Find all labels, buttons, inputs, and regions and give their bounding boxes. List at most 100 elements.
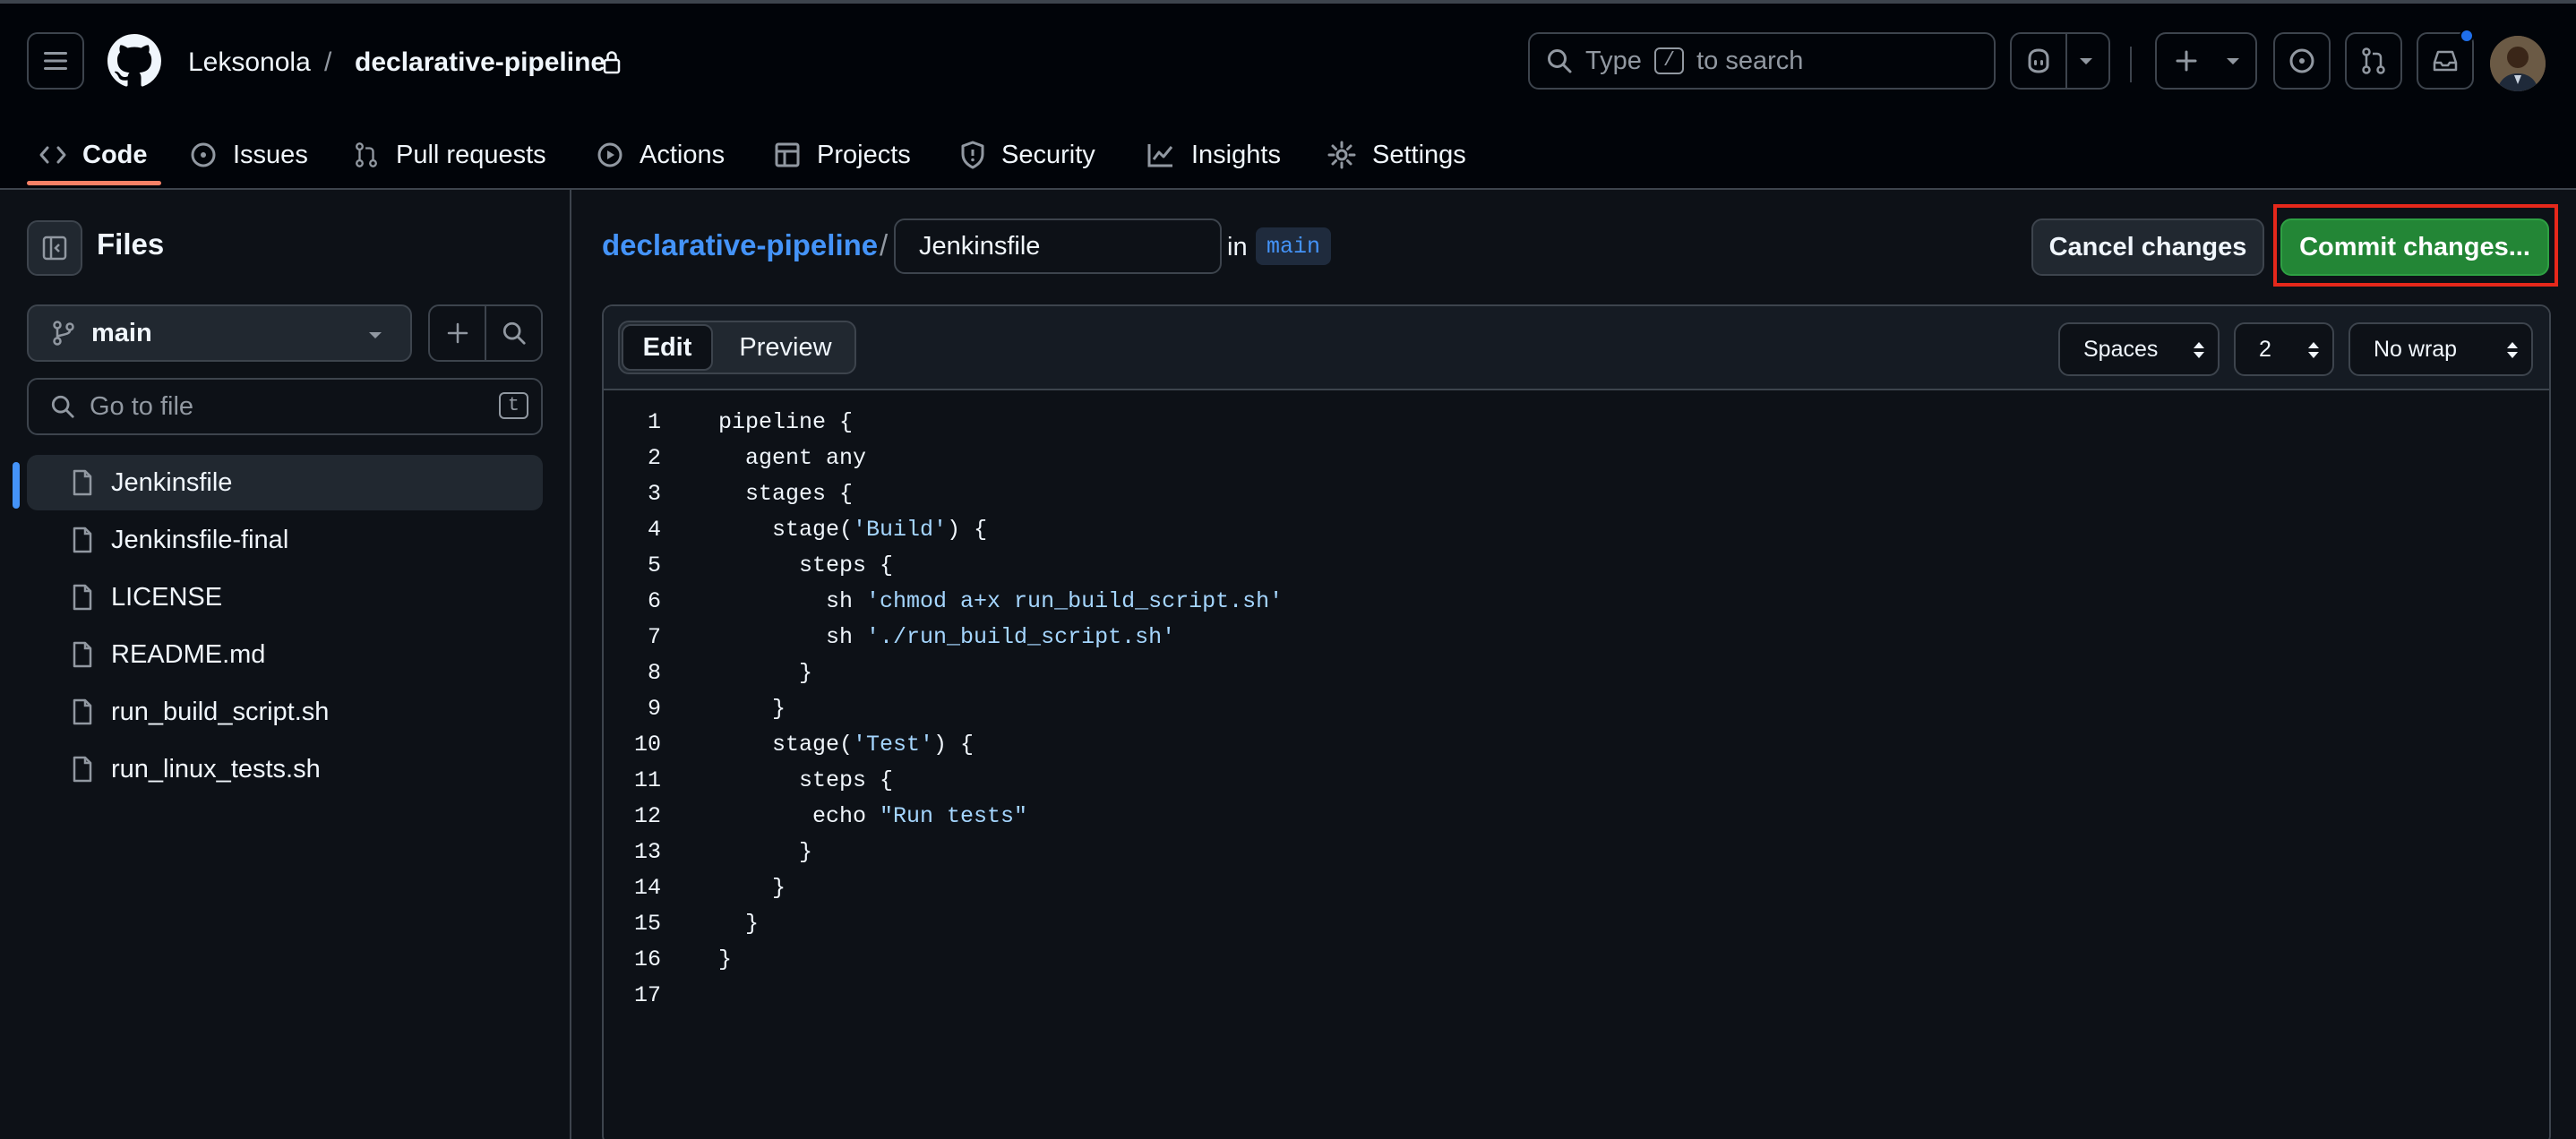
- code-content[interactable]: 1 pipeline {2 agent any 3 stages {4 stage(…: [604, 392, 2549, 1139]
- go-to-file-input[interactable]: Go to file t: [27, 378, 543, 435]
- annotation-highlight-box: [2273, 204, 2558, 287]
- file-item-run-linux-tests[interactable]: run_linux_tests.sh: [27, 741, 543, 797]
- string-literal: 'Build': [853, 517, 948, 543]
- tab-security[interactable]: Security: [960, 120, 1095, 190]
- gear-icon: [1327, 141, 1356, 169]
- file-name: Jenkinsfile-final: [111, 525, 289, 554]
- line-number: 5: [647, 552, 661, 578]
- select-caret-icon: [2506, 340, 2519, 360]
- avatar[interactable]: [2490, 36, 2546, 91]
- code-token: }: [718, 839, 813, 865]
- active-tab-underline: [27, 181, 161, 185]
- tab-label: Settings: [1372, 140, 1466, 169]
- owner-link[interactable]: Leksonola: [188, 45, 311, 81]
- search-files-button[interactable]: [486, 306, 541, 360]
- code-line[interactable]: 15 }: [604, 906, 2549, 942]
- file-tree-sidebar: Files main Go to file t Jenkinsfile Jenk…: [0, 190, 571, 1139]
- line-number: 11: [633, 767, 661, 793]
- add-file-button[interactable]: [430, 306, 486, 360]
- file-icon: [72, 641, 93, 668]
- code-text: }: [718, 942, 732, 978]
- wrap-mode-select[interactable]: No wrap: [2348, 322, 2533, 376]
- select-caret-icon: [2193, 340, 2205, 360]
- copilot-button[interactable]: [2010, 32, 2110, 90]
- code-line[interactable]: 9 }: [604, 691, 2549, 727]
- branch-icon: [52, 320, 75, 347]
- search-suffix: to search: [1696, 46, 1804, 75]
- file-item-readme[interactable]: README.md: [27, 627, 543, 682]
- tab-pull-requests[interactable]: Pull requests: [353, 120, 546, 190]
- breadcrumb-separator: /: [324, 47, 332, 77]
- code-text: stages {: [718, 476, 853, 512]
- file-actions-group: [428, 304, 543, 362]
- file-name: README.md: [111, 639, 266, 669]
- go-to-file-shortcut: t: [498, 392, 528, 419]
- code-line[interactable]: 8 }: [604, 655, 2549, 691]
- wrap-mode-value: No wrap: [2374, 336, 2458, 362]
- code-text: }: [718, 655, 812, 691]
- code-line[interactable]: 1 pipeline {: [604, 405, 2549, 441]
- code-line[interactable]: 13 }: [604, 835, 2549, 870]
- line-number: 17: [633, 982, 661, 1008]
- code-token: }: [718, 911, 760, 937]
- pull-request-icon: [353, 141, 380, 168]
- path-separator: /: [880, 228, 889, 261]
- tab-actions[interactable]: Actions: [597, 120, 725, 190]
- file-item-jenkinsfile-final[interactable]: Jenkinsfile-final: [27, 512, 543, 568]
- code-line[interactable]: 6 sh 'chmod a+x run_build_script.sh': [604, 584, 2549, 620]
- tab-code[interactable]: Code: [39, 120, 148, 190]
- code-text: steps {: [718, 763, 893, 799]
- tab-settings[interactable]: Settings: [1327, 120, 1466, 190]
- tab-issues[interactable]: Issues: [190, 120, 308, 190]
- code-text: pipeline {: [718, 405, 853, 441]
- issues-button[interactable]: [2273, 32, 2331, 90]
- code-token: agent any: [718, 445, 867, 471]
- copilot-icon: [2024, 47, 2053, 74]
- filename-input[interactable]: [894, 218, 1222, 274]
- tab-projects[interactable]: Projects: [774, 120, 911, 190]
- collapse-sidebar-button[interactable]: [27, 220, 82, 276]
- code-line[interactable]: 14 }: [604, 870, 2549, 906]
- preview-tab[interactable]: Preview: [718, 324, 853, 371]
- editor-repo-link[interactable]: declarative-pipeline: [602, 226, 878, 265]
- repo-link[interactable]: declarative-pipeline: [355, 45, 605, 81]
- code-line[interactable]: 4 stage('Build') {: [604, 512, 2549, 548]
- code-line[interactable]: 2 agent any: [604, 441, 2549, 476]
- cancel-changes-button[interactable]: Cancel changes: [2031, 218, 2264, 276]
- code-icon: [39, 145, 66, 165]
- code-token: stages {: [718, 481, 854, 507]
- global-header: Leksonola / declarative-pipeline Type / …: [0, 4, 2576, 190]
- line-number: 16: [633, 946, 661, 972]
- notification-dot: [2460, 29, 2474, 43]
- edit-tab[interactable]: Edit: [622, 324, 713, 371]
- create-new-button[interactable]: [2155, 32, 2257, 90]
- string-literal: "Run tests": [880, 803, 1028, 829]
- tab-insights[interactable]: Insights: [1146, 120, 1281, 190]
- menu-button[interactable]: [27, 32, 84, 90]
- github-logo-icon[interactable]: [107, 34, 161, 88]
- code-line[interactable]: 11 steps {: [604, 763, 2549, 799]
- code-line[interactable]: 3 stages {: [604, 476, 2549, 512]
- code-line[interactable]: 17: [604, 978, 2549, 1014]
- branch-name: main: [91, 318, 152, 347]
- code-line[interactable]: 12 echo "Run tests": [604, 799, 2549, 835]
- file-item-license[interactable]: LICENSE: [27, 570, 543, 625]
- tab-label: Code: [82, 140, 148, 169]
- chevron-down-icon[interactable]: [2078, 57, 2094, 66]
- file-item-jenkinsfile[interactable]: Jenkinsfile: [27, 455, 543, 510]
- file-name: run_linux_tests.sh: [111, 754, 321, 784]
- code-line[interactable]: 5 steps {: [604, 548, 2549, 584]
- branch-selector[interactable]: main: [27, 304, 412, 362]
- code-line[interactable]: 7 sh './run_build_script.sh': [604, 620, 2549, 655]
- file-item-run-build-script[interactable]: run_build_script.sh: [27, 684, 543, 740]
- code-line[interactable]: 16}: [604, 942, 2549, 978]
- code-text: sh 'chmod a+x run_build_script.sh': [718, 584, 1283, 620]
- line-number: 10: [633, 732, 661, 758]
- search-icon: [50, 394, 75, 419]
- indent-mode-select[interactable]: Spaces: [2058, 322, 2220, 376]
- search-input[interactable]: Type / to search: [1528, 32, 1996, 90]
- pull-requests-button[interactable]: [2345, 32, 2402, 90]
- indent-size-select[interactable]: 2: [2234, 322, 2334, 376]
- code-line[interactable]: 10 stage('Test') {: [604, 727, 2549, 763]
- line-number: 1: [647, 409, 661, 435]
